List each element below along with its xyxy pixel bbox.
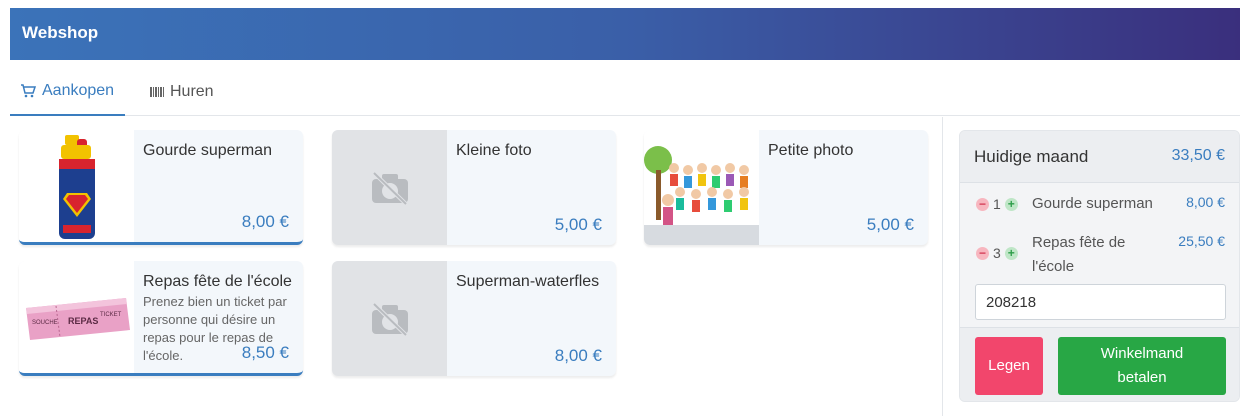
cart-icon (20, 83, 36, 99)
cart-line: − 3 + Repas fête de l'école 25,50 € (960, 231, 1239, 281)
product-card[interactable]: Kleine foto 5,00 € (332, 130, 616, 245)
product-card[interactable]: SOUCHE REPAS TICKET Repas fête de l'écol… (19, 261, 303, 376)
cart-header: Huidige maand 33,50 € (960, 131, 1239, 183)
decrease-button[interactable]: − (976, 246, 989, 260)
quantity-stepper: − 1 + (976, 196, 1018, 212)
product-price: 5,00 € (866, 215, 914, 234)
cart-title: Huidige maand (974, 147, 1089, 166)
product-card[interactable]: Gourde superman 8,00 € (19, 130, 303, 245)
decrease-button[interactable]: − (976, 197, 989, 211)
pay-cart-button[interactable]: Winkelmand betalen (1058, 337, 1226, 395)
water-bottle-image (19, 130, 134, 242)
cart-footer: Legen Winkelmand betalen (960, 327, 1239, 401)
cart-line-price: 25,50 € (1178, 233, 1225, 249)
quantity-value: 1 (993, 196, 1001, 212)
product-price: 8,00 € (554, 346, 602, 365)
cart-total: 33,50 € (1171, 147, 1225, 164)
cart-line-price: 8,00 € (1186, 194, 1225, 210)
cart-panel: Huidige maand 33,50 € − 1 + Gourde super… (959, 130, 1240, 402)
product-name: Gourde superman (143, 142, 272, 159)
product-card[interactable]: Petite photo 5,00 € (644, 130, 928, 245)
product-name: Petite photo (768, 142, 854, 159)
product-card[interactable]: Superman-waterfles 8,00 € (332, 261, 616, 376)
increase-button[interactable]: + (1004, 246, 1018, 260)
product-price: 5,00 € (554, 215, 602, 234)
svg-text:SOUCHE: SOUCHE (32, 320, 58, 326)
cart-line-name: Repas fête de l'école (1032, 234, 1126, 275)
quantity-value: 3 (993, 245, 1001, 261)
increase-button[interactable]: + (1004, 197, 1018, 211)
product-name: Superman-waterfles (456, 273, 600, 290)
barcode-icon (150, 87, 164, 97)
content-divider (942, 117, 943, 416)
app-title: Webshop (22, 23, 99, 42)
svg-text:TICKET: TICKET (100, 312, 122, 318)
app-header: Webshop (10, 8, 1240, 60)
cart-line: − 1 + Gourde superman 8,00 € (960, 189, 1239, 229)
tab-bar: Aankopen Huren (10, 68, 1240, 116)
tab-aankopen[interactable]: Aankopen (10, 68, 125, 116)
tab-aankopen-label: Aankopen (42, 82, 115, 99)
meal-ticket-image: SOUCHE REPAS TICKET (19, 261, 134, 373)
no-image-icon (332, 130, 447, 245)
tab-huren[interactable]: Huren (140, 68, 230, 116)
product-name: Kleine foto (456, 142, 532, 159)
product-name: Repas fête de l'école (143, 273, 292, 290)
quantity-stepper: − 3 + (976, 245, 1018, 261)
cart-line-name: Gourde superman (1032, 195, 1153, 212)
tab-huren-label: Huren (170, 83, 214, 100)
svg-text:REPAS: REPAS (68, 316, 98, 326)
product-price: 8,50 € (241, 343, 289, 362)
no-image-icon (332, 261, 447, 376)
product-price: 8,00 € (241, 212, 289, 231)
children-group-image (644, 130, 759, 245)
clear-cart-button[interactable]: Legen (975, 337, 1043, 395)
code-input[interactable] (975, 284, 1226, 320)
